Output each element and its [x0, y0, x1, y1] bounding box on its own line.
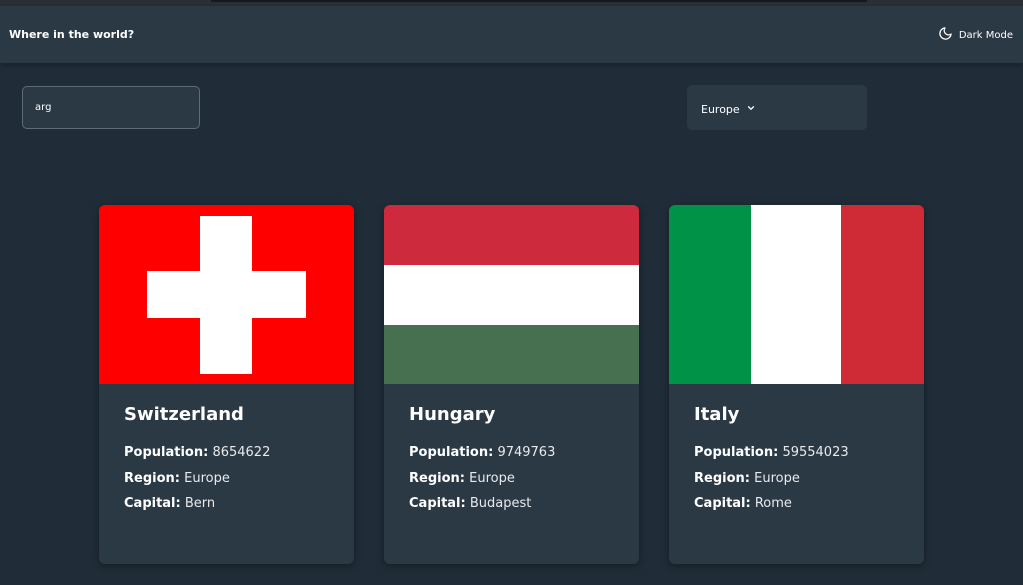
region-filter-dropdown[interactable]: Europe [687, 85, 867, 130]
search-input[interactable] [35, 102, 185, 113]
dark-mode-label: Dark Mode [958, 29, 1013, 41]
chevron-down-icon [746, 103, 756, 116]
capital-value: Rome [754, 496, 792, 511]
moon-icon [938, 26, 953, 44]
country-card-hungary[interactable]: Hungary Population: 9749763 Region: Euro… [384, 205, 639, 564]
capital-value: Budapest [469, 496, 532, 511]
country-name: Italy [694, 404, 740, 425]
population-line: Population: 8654622 [124, 445, 270, 460]
search-box[interactable] [22, 86, 200, 129]
population-value: 9749763 [497, 445, 556, 460]
population-value: 59554023 [782, 445, 849, 460]
country-name: Hungary [409, 404, 496, 425]
region-value: Europe [469, 471, 515, 486]
flag-switzerland [99, 205, 354, 384]
flag-hungary [384, 205, 639, 384]
region-line: Region: Europe [694, 471, 800, 486]
capital-label: Capital: [694, 496, 751, 511]
region-label: Region: [694, 471, 750, 486]
flag-italy [669, 205, 924, 384]
region-line: Region: Europe [124, 471, 230, 486]
region-value: Europe [754, 471, 800, 486]
region-label: Region: [124, 471, 180, 486]
population-line: Population: 59554023 [694, 445, 849, 460]
region-value: Europe [184, 471, 230, 486]
capital-label: Capital: [409, 496, 466, 511]
population-label: Population: [124, 445, 209, 460]
region-label: Region: [409, 471, 465, 486]
capital-line: Capital: Budapest [409, 496, 531, 511]
region-filter-value: Europe [701, 103, 740, 116]
population-value: 8654622 [212, 445, 271, 460]
capital-line: Capital: Bern [124, 496, 215, 511]
country-card-switzerland[interactable]: Switzerland Population: 8654622 Region: … [99, 205, 354, 564]
browser-top-bar [211, 0, 867, 2]
app-title: Where in the world? [9, 28, 135, 41]
region-line: Region: Europe [409, 471, 515, 486]
population-label: Population: [409, 445, 494, 460]
country-name: Switzerland [124, 404, 244, 425]
app-header: Where in the world? Dark Mode [0, 6, 1023, 63]
dark-mode-toggle[interactable]: Dark Mode [938, 26, 1013, 44]
capital-line: Capital: Rome [694, 496, 792, 511]
population-label: Population: [694, 445, 779, 460]
population-line: Population: 9749763 [409, 445, 555, 460]
country-card-italy[interactable]: Italy Population: 59554023 Region: Europ… [669, 205, 924, 564]
capital-value: Bern [184, 496, 216, 511]
capital-label: Capital: [124, 496, 181, 511]
